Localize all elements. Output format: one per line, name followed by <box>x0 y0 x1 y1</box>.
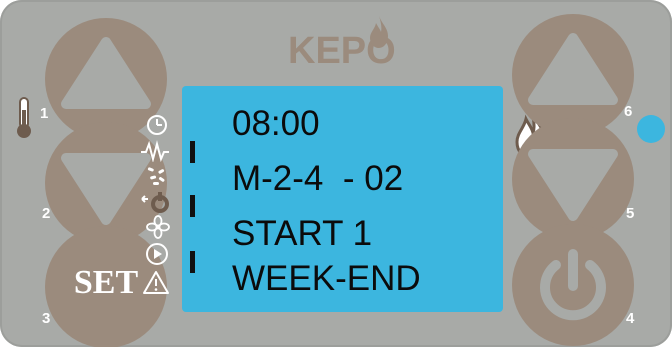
clock-icon <box>147 115 167 135</box>
motor-icon <box>141 192 169 213</box>
fan-icon <box>146 215 170 239</box>
button-number-5: 5 <box>626 205 635 222</box>
display-line-time: 08:00 <box>232 104 320 143</box>
display-line-program: M-2-4 - 02 <box>232 159 404 198</box>
pellet-icon <box>147 167 165 185</box>
display-line-start: START 1 <box>232 214 373 253</box>
triangle-down-icon <box>528 149 618 221</box>
control-panel: KEPO 1 2 SET 3 08:00 M-2-4 - 02 START 1 … <box>0 0 672 347</box>
button-number-1: 1 <box>40 105 49 122</box>
power-button[interactable] <box>512 224 634 346</box>
button-number-2: 2 <box>42 205 51 222</box>
lcd-display: 08:00 M-2-4 - 02 START 1 WEEK-END <box>182 86 503 312</box>
button-number-4: 4 <box>626 310 635 327</box>
thermometer-icon <box>17 97 31 138</box>
line-marker <box>190 141 195 163</box>
heat-wave-icon <box>141 140 169 162</box>
play-icon <box>146 243 168 265</box>
line-marker <box>190 195 195 217</box>
flame-logo-icon <box>370 16 388 48</box>
indicator-led <box>637 115 665 143</box>
line-marker <box>190 251 195 273</box>
power-icon <box>540 249 606 321</box>
button-number-3: 3 <box>42 310 51 327</box>
down-button-right[interactable] <box>512 118 634 240</box>
display-line-mode: WEEK-END <box>232 259 421 298</box>
warning-icon <box>143 271 169 294</box>
